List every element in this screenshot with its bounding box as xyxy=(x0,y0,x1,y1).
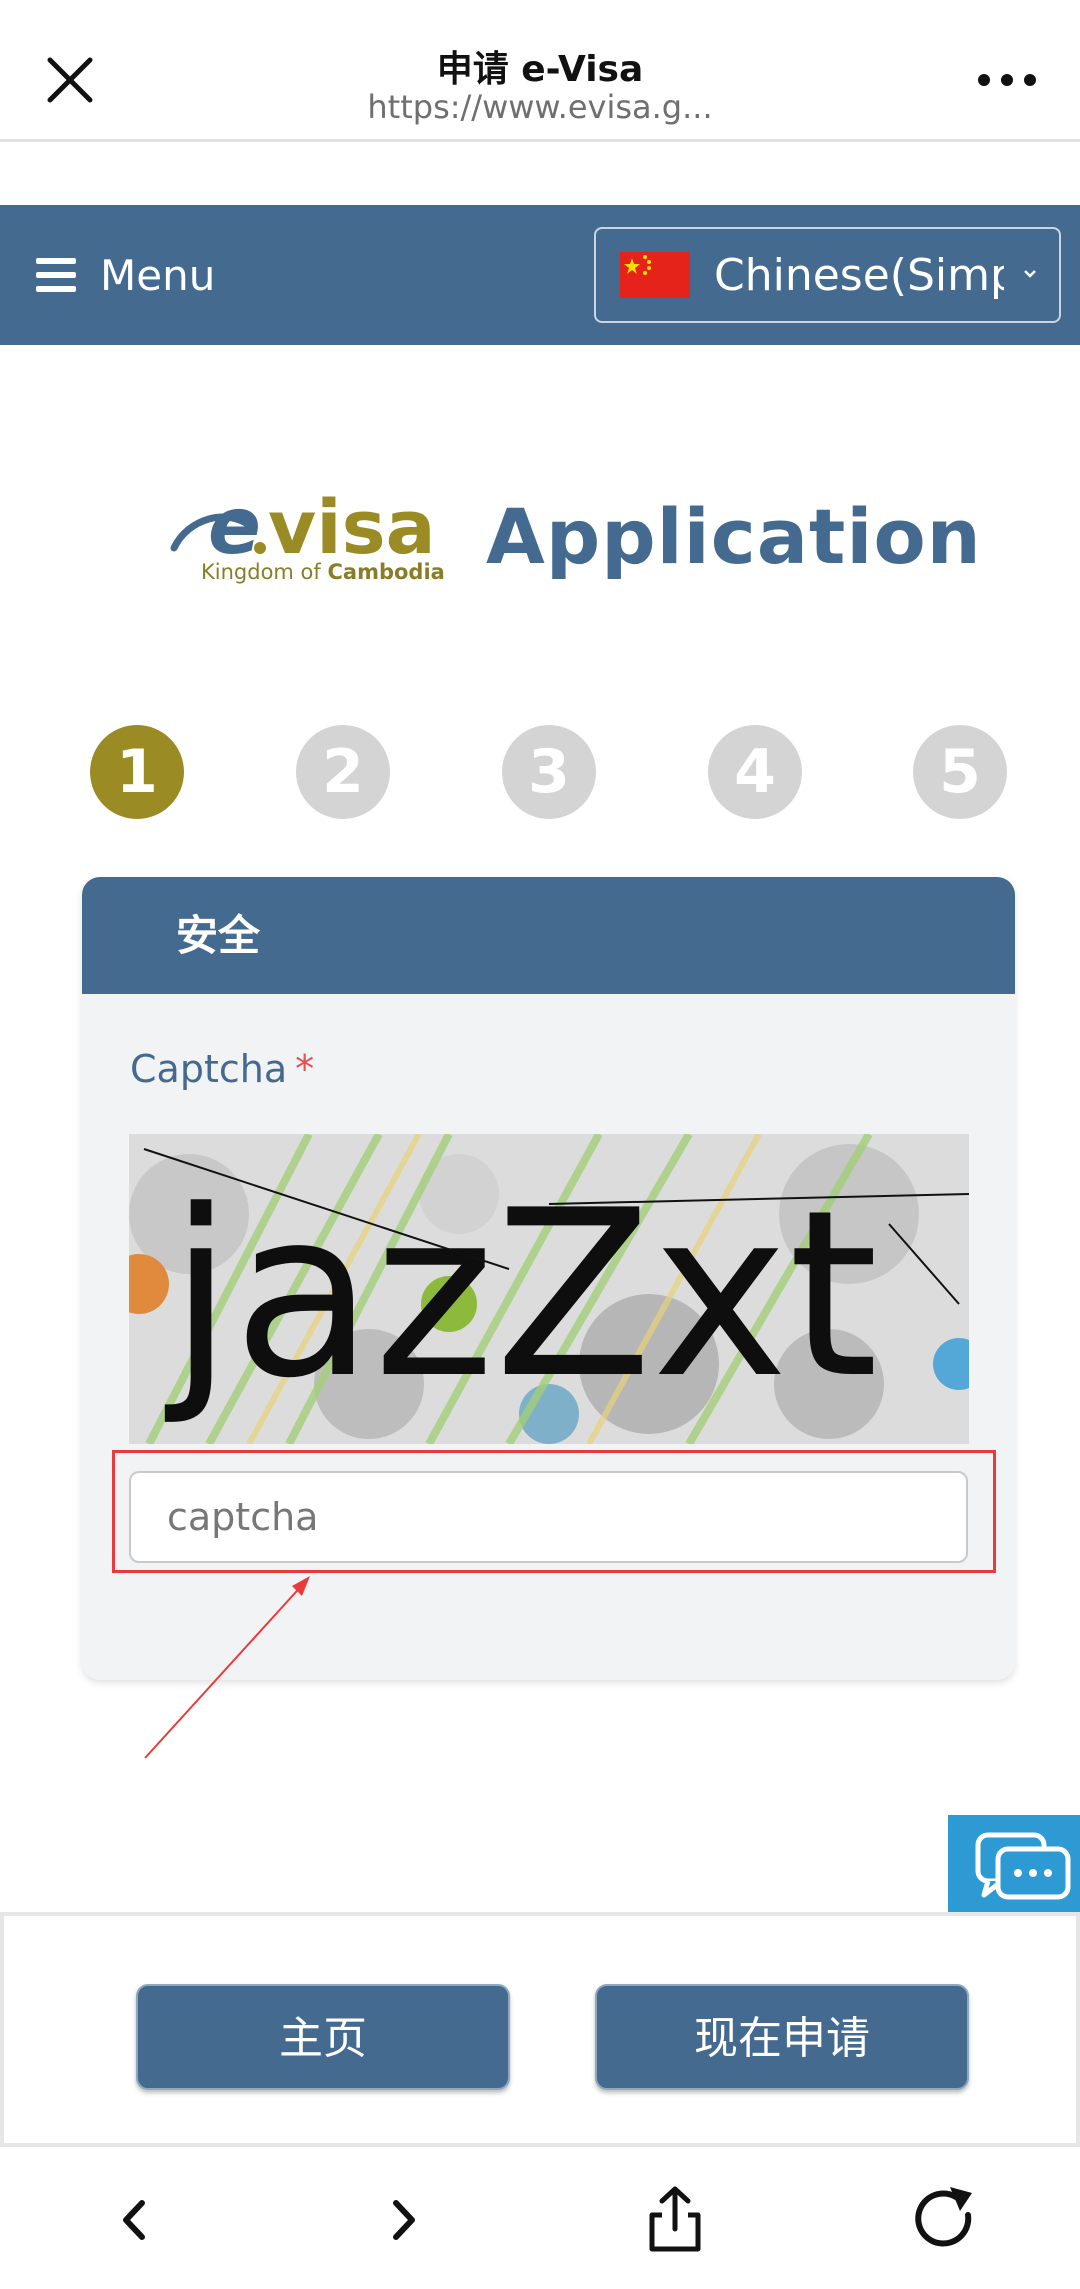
step-indicator: 1 2 3 4 5 xyxy=(90,725,1010,820)
china-flag-icon xyxy=(620,252,690,298)
browser-url[interactable]: https://www.evisa.g... xyxy=(0,88,1080,126)
apply-now-button[interactable]: 现在申请 xyxy=(595,1984,969,2090)
home-button[interactable]: 主页 xyxy=(136,1984,510,2090)
language-select[interactable]: Chinese(Simplified) xyxy=(594,227,1061,323)
step-2: 2 xyxy=(296,725,390,819)
chat-icon xyxy=(975,1832,1071,1900)
reload-icon[interactable] xyxy=(910,2185,980,2255)
required-mark: * xyxy=(295,1047,315,1091)
step-3: 3 xyxy=(502,725,596,819)
annotation-arrow-icon xyxy=(144,1576,310,1759)
chevron-down-icon xyxy=(1024,270,1036,278)
forward-icon[interactable] xyxy=(368,2185,438,2255)
menu-button[interactable]: Menu xyxy=(34,247,215,303)
menu-label: Menu xyxy=(100,250,216,300)
evisa-brand-visa: visa xyxy=(268,485,436,571)
evisa-brand-e: e xyxy=(208,482,261,572)
captcha-input[interactable] xyxy=(129,1471,968,1563)
application-title: Application xyxy=(486,492,982,581)
captcha-text: jazZxt xyxy=(164,1162,878,1429)
share-icon[interactable] xyxy=(640,2185,710,2255)
hamburger-icon xyxy=(36,258,76,292)
back-icon[interactable] xyxy=(100,2185,170,2255)
card-header: 安全 xyxy=(82,877,1015,994)
captcha-image: jazZxt xyxy=(129,1134,969,1444)
language-label: Chinese(Simplified) xyxy=(714,249,1004,301)
evisa-logo: e visa Kingdom of Cambodia Application xyxy=(168,478,981,598)
evisa-subtitle: Kingdom of Cambodia xyxy=(201,560,445,584)
chat-widget-button[interactable] xyxy=(948,1815,1080,1915)
step-4: 4 xyxy=(708,725,802,819)
action-bar: 主页 现在申请 xyxy=(0,1912,1080,2147)
captcha-label: Captcha * xyxy=(130,1047,315,1091)
browser-top-bar: 申请 e-Visa https://www.evisa.g... xyxy=(0,0,1080,142)
step-5: 5 xyxy=(913,725,1007,819)
browser-page-title: 申请 e-Visa xyxy=(436,49,644,90)
browser-bottom-toolbar xyxy=(0,2155,1080,2289)
step-1: 1 xyxy=(90,725,184,819)
site-navbar: Menu Chinese(Simplified) xyxy=(0,205,1080,345)
more-options-icon[interactable] xyxy=(972,60,1042,100)
